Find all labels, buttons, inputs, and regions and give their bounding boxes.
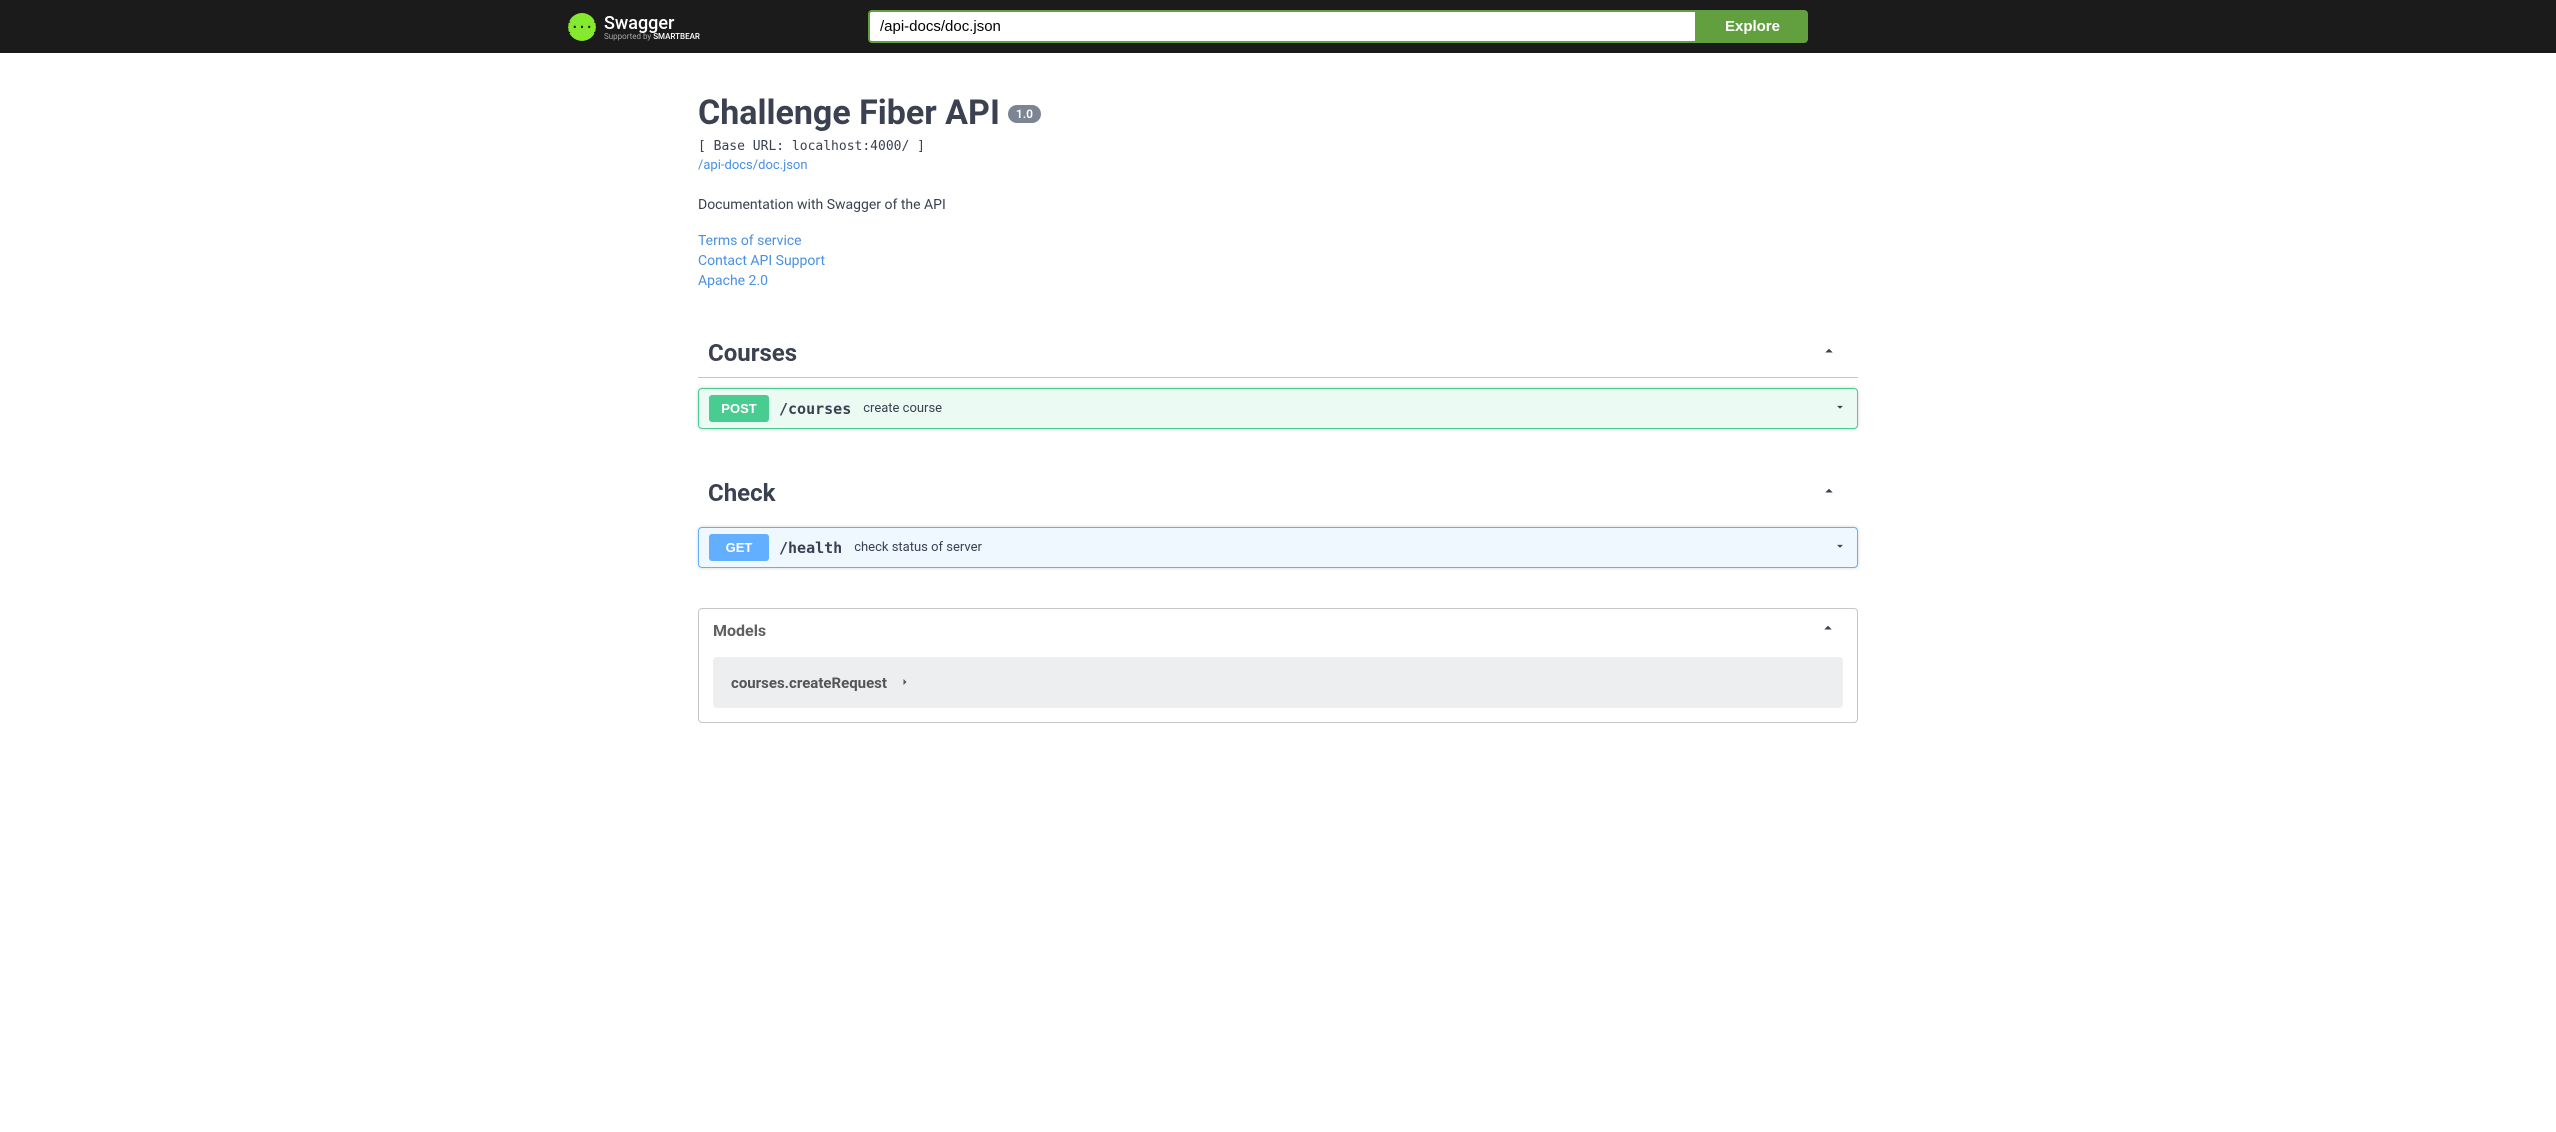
tag-toggle-check[interactable]: Check: [698, 469, 1858, 517]
operation-post-courses[interactable]: POST /courses create course: [698, 388, 1858, 429]
tag-section-courses: Courses POST /courses create course: [698, 329, 1858, 429]
model-item[interactable]: courses.createRequest: [713, 657, 1843, 708]
terms-link[interactable]: Terms of service: [698, 233, 1858, 249]
models-section: Models courses.createRequest: [698, 608, 1858, 723]
method-badge: POST: [709, 395, 769, 422]
api-description: Documentation with Swagger of the API: [698, 197, 1858, 213]
explore-button[interactable]: Explore: [1697, 10, 1808, 43]
models-title: Models: [713, 621, 766, 640]
method-badge: GET: [709, 534, 769, 561]
brand-subtitle: Supported by SMARTBEAR: [604, 32, 700, 41]
chevron-down-icon: [1833, 399, 1847, 418]
api-version-badge: 1.0: [1008, 105, 1041, 123]
contact-link[interactable]: Contact API Support: [698, 253, 1858, 269]
chevron-right-icon: [899, 673, 911, 692]
models-toggle[interactable]: Models: [699, 609, 1857, 651]
chevron-up-icon: [1820, 482, 1838, 504]
operation-summary: create course: [863, 401, 1833, 416]
operation-summary: check status of server: [854, 540, 1833, 555]
spec-link[interactable]: /api-docs/doc.json: [698, 158, 808, 173]
model-name: courses.createRequest: [731, 674, 887, 692]
operation-path: /courses: [779, 400, 851, 418]
license-link[interactable]: Apache 2.0: [698, 273, 1858, 289]
tag-name: Courses: [708, 339, 797, 367]
tag-toggle-courses[interactable]: Courses: [698, 329, 1858, 378]
base-url: [ Base URL: localhost:4000/ ]: [698, 139, 1858, 154]
api-title: Challenge Fiber API: [698, 93, 1000, 133]
chevron-up-icon: [1820, 342, 1838, 364]
spec-url-input[interactable]: [868, 10, 1697, 43]
swagger-icon: {···}: [568, 13, 596, 41]
swagger-logo[interactable]: {···} Swagger Supported by SMARTBEAR: [568, 13, 700, 41]
chevron-up-icon: [1819, 619, 1837, 641]
tag-section-check: Check GET /health check status of server: [698, 469, 1858, 568]
topbar: {···} Swagger Supported by SMARTBEAR Exp…: [0, 0, 2556, 53]
operation-get-health[interactable]: GET /health check status of server: [698, 527, 1858, 568]
operation-path: /health: [779, 539, 842, 557]
tag-name: Check: [708, 479, 775, 507]
chevron-down-icon: [1833, 538, 1847, 557]
brand-name: Swagger: [604, 13, 700, 34]
api-info: Challenge Fiber API 1.0 [ Base URL: loca…: [698, 93, 1858, 289]
